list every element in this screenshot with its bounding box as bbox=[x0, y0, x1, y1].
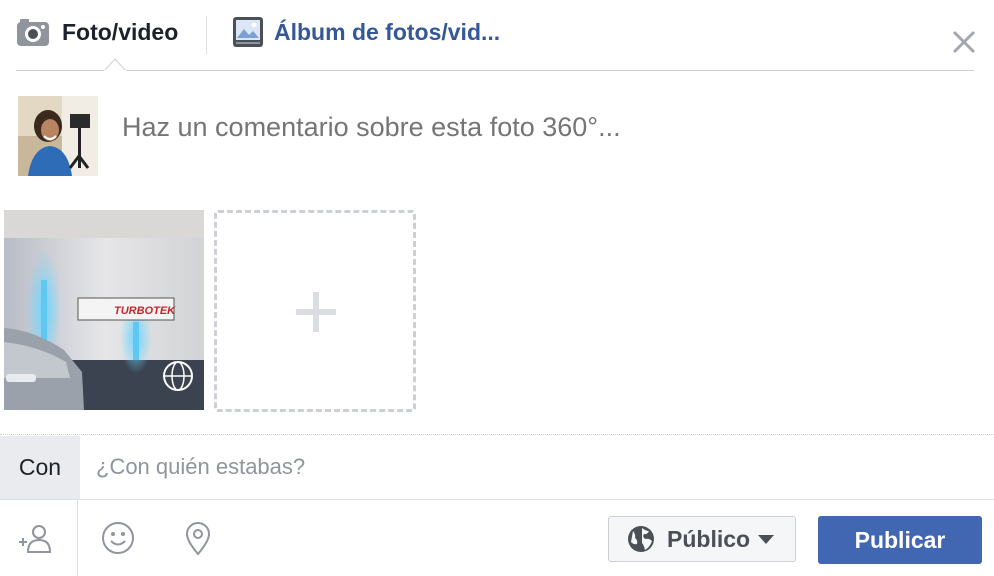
tab-photo-video-label: Foto/video bbox=[62, 18, 179, 45]
dotted-divider bbox=[0, 434, 994, 435]
tab-photo-video[interactable]: Foto/video bbox=[16, 14, 178, 50]
caret-down-icon bbox=[758, 534, 775, 544]
tab-album-label: Álbum de fotos/vid... bbox=[274, 18, 501, 45]
location-pin-icon[interactable] bbox=[180, 520, 216, 556]
with-label: Con bbox=[0, 436, 80, 499]
composer-tabs: Foto/video Álbum de fotos/vid... bbox=[0, 0, 994, 71]
tag-friends-icon[interactable] bbox=[17, 520, 53, 556]
with-friends-input[interactable] bbox=[96, 454, 976, 480]
tabs-underline bbox=[16, 70, 974, 71]
tab-divider bbox=[206, 16, 207, 54]
comment-input[interactable] bbox=[122, 112, 942, 143]
publish-button[interactable]: Publicar bbox=[818, 516, 982, 564]
svg-text:TURBOTEK: TURBOTEK bbox=[114, 305, 176, 317]
camera-icon bbox=[17, 19, 49, 46]
privacy-selector[interactable]: Público bbox=[608, 516, 796, 562]
active-tab-caret bbox=[104, 58, 126, 71]
globe-icon bbox=[628, 526, 654, 552]
footer-vertical-divider bbox=[77, 500, 78, 576]
smiley-icon[interactable] bbox=[100, 520, 136, 556]
album-icon bbox=[233, 17, 263, 47]
close-icon[interactable] bbox=[948, 26, 980, 58]
avatar bbox=[18, 96, 98, 176]
photo-360-image: TURBOTEK bbox=[4, 210, 204, 410]
footer-divider bbox=[0, 499, 994, 500]
tab-album[interactable]: Álbum de fotos/vid... bbox=[232, 14, 500, 50]
privacy-label: Público bbox=[667, 525, 751, 552]
photo-360-thumbnail[interactable]: TURBOTEK bbox=[4, 210, 204, 410]
add-photo-button[interactable] bbox=[214, 210, 416, 412]
